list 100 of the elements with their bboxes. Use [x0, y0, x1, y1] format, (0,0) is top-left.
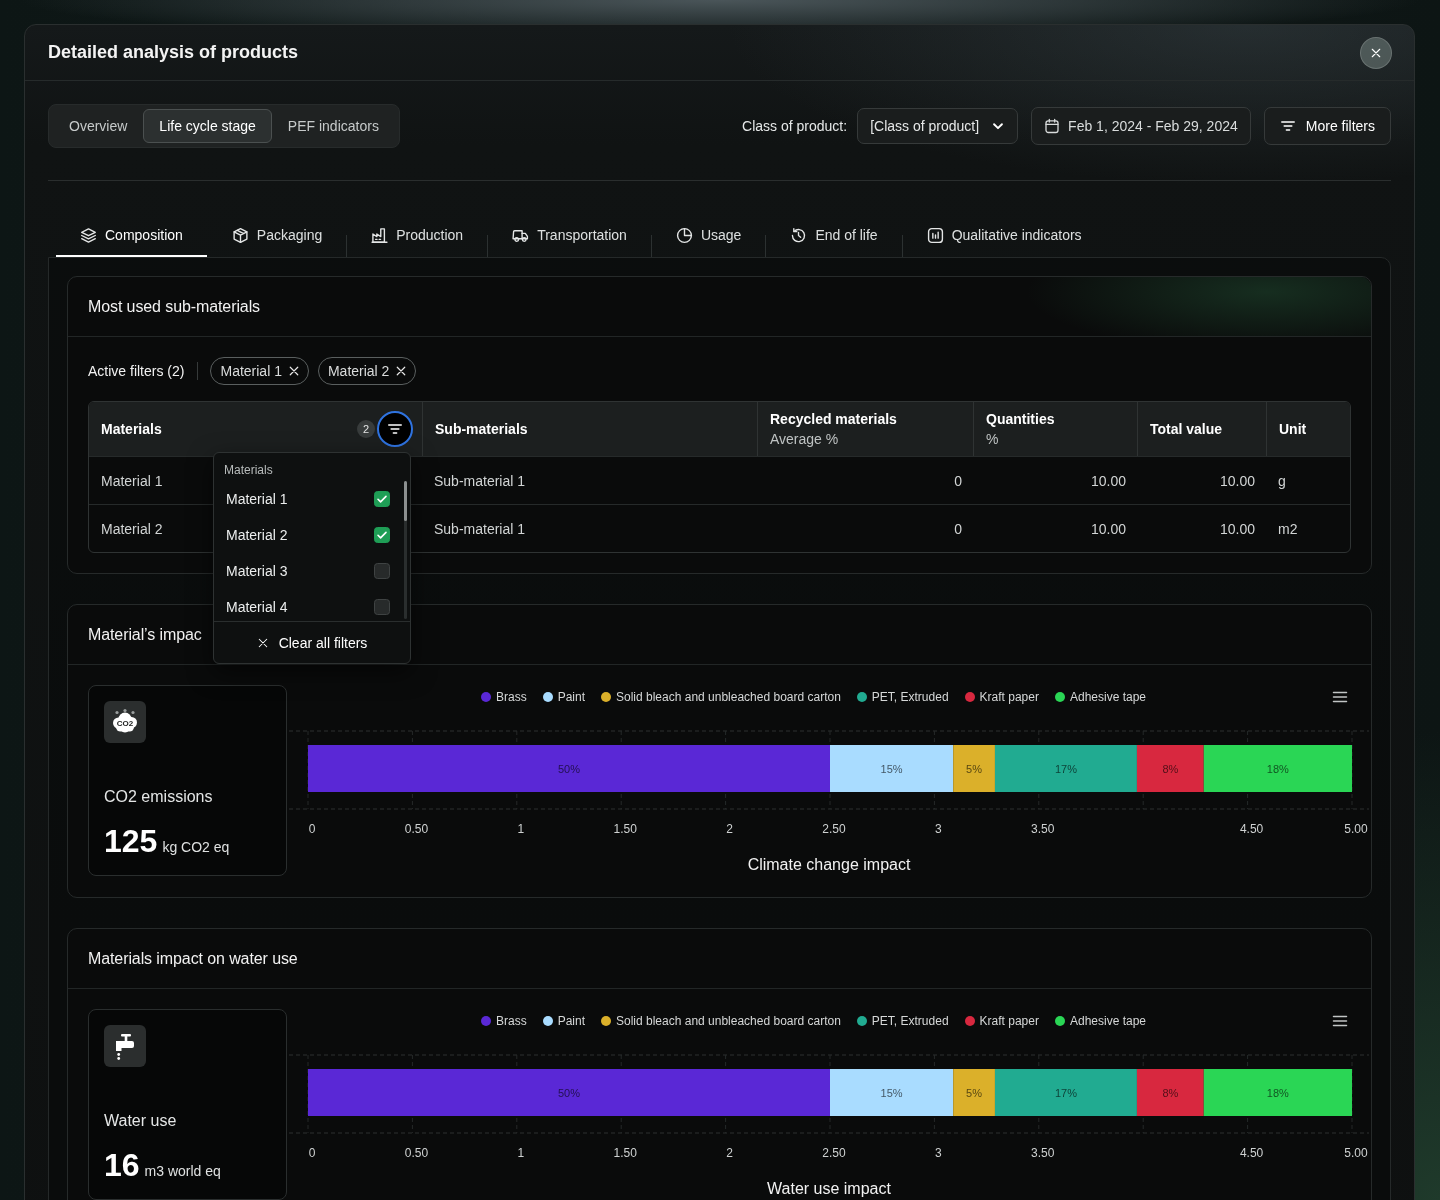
- factory-icon: [371, 226, 389, 244]
- bar-chart-icon: [926, 226, 944, 244]
- table-cell: g: [1278, 472, 1286, 489]
- filter-button[interactable]: [377, 411, 413, 447]
- axis-tick-label: 2: [726, 1146, 733, 1160]
- axis-tick-label: 2.50: [822, 822, 846, 836]
- legend-label: Paint: [557, 1014, 585, 1028]
- filter-icon: [1279, 118, 1296, 134]
- table-cell: 0: [954, 472, 962, 489]
- legend-label: Adhesive tape: [1069, 1014, 1146, 1028]
- bar-value-label: 8%: [1162, 1086, 1179, 1099]
- view-tab[interactable]: Overview: [53, 109, 144, 143]
- view-tab[interactable]: Life cycle stage: [143, 109, 272, 143]
- table-cell: 10.00: [1090, 472, 1126, 489]
- active-filters-label: Active filters (2): [88, 363, 185, 379]
- filter-option[interactable]: Material 3: [226, 563, 288, 579]
- bar-value-label: 18%: [1266, 762, 1289, 775]
- column-header: Sub-materials: [435, 420, 529, 439]
- axis-title: Climate change impact: [746, 855, 912, 875]
- checkbox[interactable]: [374, 491, 390, 507]
- kpi-label: Water use: [104, 1111, 177, 1131]
- legend-label: Adhesive tape: [1069, 690, 1146, 704]
- view-tab[interactable]: PEF indicators: [271, 109, 395, 143]
- close-icon: [395, 365, 408, 377]
- close-icon: [256, 636, 269, 649]
- table-cell: Material 1: [101, 472, 163, 489]
- column-subtitle: %: [986, 430, 1000, 449]
- filter-option[interactable]: Material 2: [226, 527, 288, 543]
- axis-tick-label: 0.50: [404, 822, 429, 836]
- column-header: Recycled materials: [770, 410, 898, 429]
- section-tab[interactable]: Composition: [56, 215, 207, 257]
- kpi-value: 16: [104, 1146, 140, 1184]
- bar-value-label: 50%: [558, 1086, 580, 1099]
- class-dropdown[interactable]: [Class of product]: [857, 108, 1019, 144]
- more-filters-button[interactable]: More filters: [1263, 107, 1391, 145]
- table-cell: Sub-material 1: [434, 472, 526, 489]
- table-cell: 10.00: [1219, 520, 1255, 537]
- bar-value-label: 5%: [966, 762, 983, 775]
- close-icon: [287, 365, 300, 377]
- axis-tick-label: 2.50: [822, 1146, 846, 1160]
- filter-count-badge: 2: [357, 420, 375, 438]
- kpi-unit: m3 world eq: [144, 1163, 221, 1179]
- column-header: Unit: [1279, 420, 1308, 439]
- kpi-unit: kg CO2 eq: [162, 839, 230, 855]
- filter-label: Class of product:: [742, 118, 848, 134]
- section-tab[interactable]: Usage: [651, 215, 766, 257]
- axis-tick-label: 4.50: [1239, 822, 1264, 836]
- section-tab[interactable]: Packaging: [207, 215, 347, 257]
- axis-tick-label: 3: [935, 1146, 942, 1160]
- checkbox[interactable]: [374, 599, 390, 615]
- section-tab[interactable]: Transportation: [488, 215, 651, 257]
- axis-tick-label: 1: [517, 1146, 525, 1160]
- section-tab[interactable]: Production: [347, 215, 488, 257]
- filter-icon: [387, 421, 403, 437]
- column-header: Materials: [101, 420, 163, 439]
- close-button[interactable]: [1360, 36, 1392, 69]
- date-range-button[interactable]: Feb 1, 2024 - Feb 29, 2024: [1031, 107, 1251, 145]
- legend-label: Kraft paper: [979, 690, 1039, 704]
- axis-tick-label: 3.50: [1031, 822, 1055, 836]
- bar-value-label: 15%: [880, 762, 903, 775]
- bar-value-label: 15%: [880, 1086, 903, 1099]
- axis-tick-label: 1.50: [613, 1146, 637, 1160]
- table-cell: 0: [954, 520, 962, 537]
- bar-value-label: 17%: [1054, 1086, 1077, 1099]
- kpi-value: 125: [104, 822, 158, 860]
- axis-tick-label: 1: [517, 822, 525, 836]
- axis-tick-label: 4.50: [1239, 1146, 1264, 1160]
- legend-label: PET, Extruded: [871, 690, 949, 704]
- card-title: Material’s impac: [88, 625, 202, 644]
- co2-cloud-icon: CO2: [104, 701, 146, 743]
- bar-value-label: 5%: [966, 1086, 983, 1099]
- calendar-icon: [1044, 118, 1061, 134]
- axis-tick-label: 0.50: [404, 1146, 429, 1160]
- filter-option[interactable]: Material 1: [226, 491, 288, 507]
- legend-label: Solid bleach and unbleached board carton: [616, 690, 841, 704]
- table-cell: 10.00: [1090, 520, 1126, 537]
- card-title: Most used sub-materials: [88, 297, 260, 316]
- table-cell: m2: [1278, 520, 1298, 537]
- box-icon: [231, 226, 249, 244]
- menu-icon: [1332, 1013, 1348, 1029]
- legend-label: Kraft paper: [979, 1014, 1039, 1028]
- section-tab[interactable]: End of life: [766, 215, 902, 257]
- clear-filters-button[interactable]: Clear all filters: [256, 634, 368, 651]
- section-tab[interactable]: Qualitative indicators: [902, 215, 1106, 257]
- scrollbar[interactable]: [404, 481, 407, 619]
- bar-value-label: 18%: [1266, 1086, 1289, 1099]
- legend-label: Paint: [557, 690, 585, 704]
- checkbox[interactable]: [374, 527, 390, 543]
- close-icon: [1370, 46, 1382, 59]
- history-icon: [790, 226, 808, 244]
- bar-value-label: 17%: [1054, 762, 1077, 775]
- filter-option[interactable]: Material 4: [226, 599, 288, 615]
- pie-chart-icon: [675, 226, 693, 244]
- axis-tick-label: 5.00: [1344, 1146, 1368, 1160]
- axis-title: Water use impact: [766, 1179, 892, 1199]
- axis-tick-label: 0: [308, 822, 316, 836]
- legend-label: Brass: [495, 690, 527, 704]
- bar-value-label: 50%: [558, 762, 580, 775]
- column-header: Quantities: [986, 410, 1056, 429]
- checkbox[interactable]: [374, 563, 390, 579]
